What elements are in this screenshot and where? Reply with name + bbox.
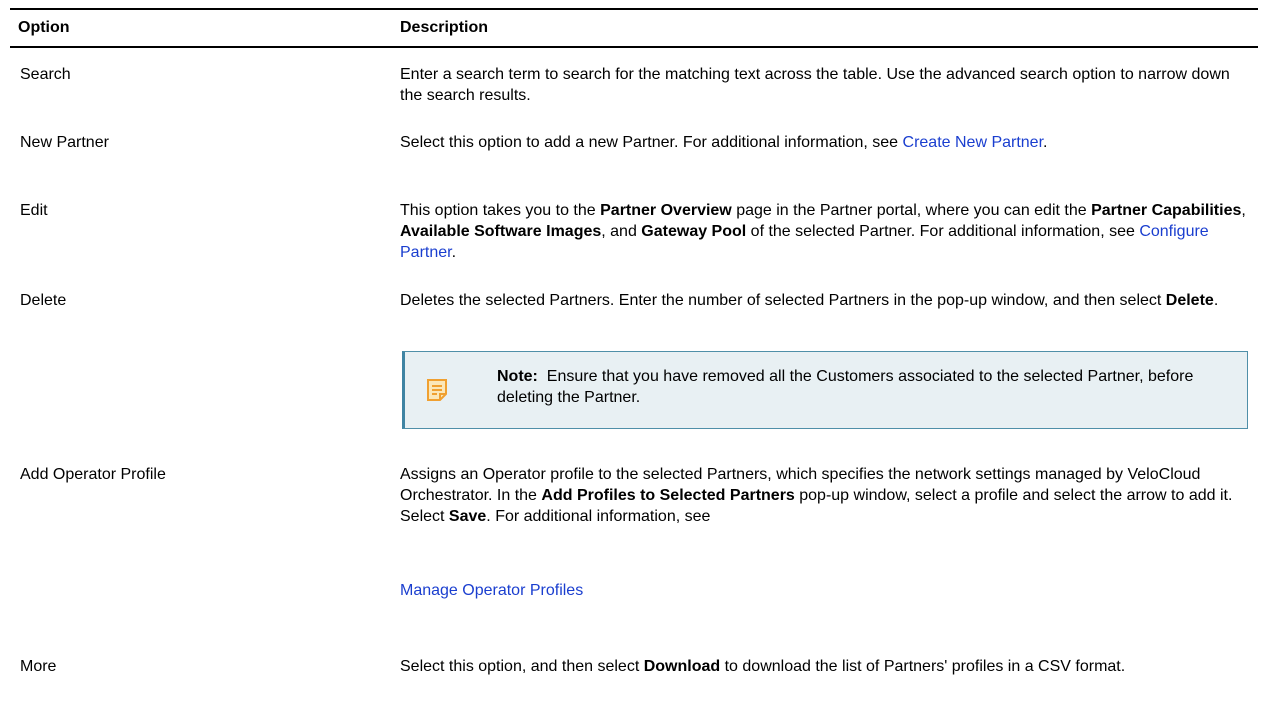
description-text: of the selected Partner. For additional … <box>746 223 1140 240</box>
option-search: Search <box>20 66 71 83</box>
description-text: , and <box>601 223 642 240</box>
description-text: to download the list of Partners' profil… <box>720 658 1126 675</box>
description-text: . <box>1213 292 1219 309</box>
description-text: . <box>1043 134 1048 151</box>
option-new-partner: New Partner <box>20 134 109 151</box>
bold-term: Partner Overview <box>600 202 732 219</box>
description-text: . <box>451 244 457 261</box>
header-description: Description <box>400 19 489 36</box>
description-link-line: Manage Operator Profiles <box>400 580 1250 601</box>
bold-term: Save <box>448 508 487 525</box>
description-add-operator-profile: Assigns an Operator profile to the selec… <box>400 464 1250 527</box>
option-more: More <box>20 658 57 675</box>
description-text: page in the Partner portal, where you ca… <box>731 202 1092 219</box>
bold-term: Partner Capabilities <box>1091 202 1242 219</box>
note-label: Note: <box>497 368 538 385</box>
manage-operator-profiles-link[interactable]: Manage Operator Profiles <box>400 582 583 599</box>
options-table: Option Description Search Enter a search… <box>10 8 1258 675</box>
option-delete: Delete <box>20 292 67 309</box>
bold-term: Download <box>643 658 721 675</box>
note-icon <box>427 379 447 401</box>
description-text: , <box>1241 202 1246 219</box>
description-text: Deletes the selected Partners. Enter the… <box>400 292 1166 309</box>
note-body: Ensure that you have removed all the Cus… <box>497 368 1194 406</box>
bold-term: Delete <box>1165 292 1214 309</box>
description-delete: Deletes the selected Partners. Enter the… <box>400 290 1250 311</box>
option-edit: Edit <box>20 202 48 219</box>
description-text: . For additional information, see <box>486 508 711 525</box>
description-search: Enter a search term to search for the ma… <box>400 66 1230 104</box>
description-new-partner: Select this option to add a new Partner.… <box>400 132 1250 153</box>
note-box: Note: Ensure that you have removed all t… <box>402 351 1248 429</box>
option-add-operator-profile: Add Operator Profile <box>20 466 166 483</box>
description-edit: This option takes you to the Partner Ove… <box>400 200 1250 263</box>
description-text: Select this option to add a new Partner.… <box>400 134 903 151</box>
description-text: Select this option, and then select <box>400 658 644 675</box>
table-header: Option Description <box>10 8 1258 48</box>
description-text: This option takes you to the <box>400 202 601 219</box>
description-more: Select this option, and then select Down… <box>400 656 1250 677</box>
create-new-partner-link[interactable]: Create New Partner <box>903 134 1044 151</box>
header-option: Option <box>18 19 70 36</box>
bold-term: Gateway Pool <box>641 223 747 240</box>
note-text: Note: Ensure that you have removed all t… <box>497 366 1217 408</box>
bold-term: Add Profiles to Selected Partners <box>541 487 795 504</box>
bold-term: Available Software Images <box>400 223 602 240</box>
